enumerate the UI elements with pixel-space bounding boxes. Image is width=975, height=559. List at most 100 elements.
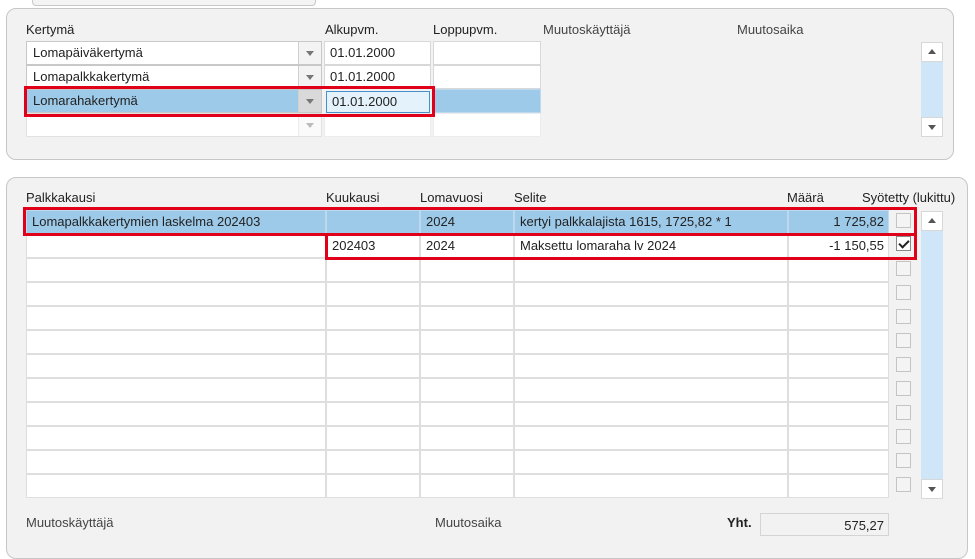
cell-palkkakausi[interactable]: Lomapalkkakertymien laskelma 202403	[26, 210, 326, 234]
chevron-down-icon[interactable]	[298, 90, 321, 112]
table-row-empty[interactable]	[26, 450, 889, 474]
empty-cell[interactable]	[420, 330, 514, 354]
empty-cell[interactable]	[26, 306, 326, 330]
empty-cell[interactable]	[420, 354, 514, 378]
cell-kuukausi[interactable]: 202403	[326, 234, 420, 258]
cell-maara[interactable]: -1 150,55	[788, 234, 889, 258]
syotetty-checkbox[interactable]	[896, 236, 911, 251]
table-row-empty[interactable]	[26, 306, 889, 330]
syotetty-checkbox[interactable]	[896, 405, 911, 420]
loppupvm-input[interactable]	[433, 41, 541, 65]
empty-cell[interactable]	[26, 282, 326, 306]
kertyma-select[interactable]: Lomarahakertymä	[26, 89, 322, 113]
empty-cell[interactable]	[514, 378, 788, 402]
empty-cell[interactable]	[326, 330, 420, 354]
alkupvm-input[interactable]: 01.01.2000	[326, 91, 430, 113]
syotetty-checkbox[interactable]	[896, 381, 911, 396]
empty-cell[interactable]	[26, 426, 326, 450]
empty-cell[interactable]	[420, 258, 514, 282]
empty-cell[interactable]	[26, 258, 326, 282]
alkupvm-input[interactable]: 01.01.2000	[324, 41, 431, 65]
scroll-up-icon[interactable]	[921, 211, 943, 231]
table-row-empty[interactable]	[26, 282, 889, 306]
empty-cell[interactable]	[788, 354, 889, 378]
table-row-empty[interactable]	[26, 474, 889, 498]
empty-cell[interactable]	[788, 258, 889, 282]
loppupvm-input[interactable]	[433, 113, 541, 137]
scroll-down-icon[interactable]	[921, 479, 943, 499]
table-row-empty[interactable]	[26, 378, 889, 402]
scroll-up-icon[interactable]	[921, 42, 943, 62]
chevron-down-icon[interactable]	[298, 42, 321, 64]
kertyma-select[interactable]: Lomapäiväkertymä	[26, 41, 322, 65]
empty-cell[interactable]	[788, 426, 889, 450]
table-row-empty[interactable]	[26, 330, 889, 354]
empty-cell[interactable]	[420, 282, 514, 306]
empty-cell[interactable]	[326, 282, 420, 306]
bottom-scrollbar[interactable]	[921, 211, 943, 499]
cell-maara[interactable]: 1 725,82	[788, 210, 889, 234]
empty-cell[interactable]	[326, 306, 420, 330]
syotetty-checkbox[interactable]	[896, 429, 911, 444]
empty-cell[interactable]	[326, 258, 420, 282]
syotetty-checkbox[interactable]	[896, 357, 911, 372]
syotetty-checkbox[interactable]	[896, 453, 911, 468]
empty-cell[interactable]	[514, 474, 788, 498]
syotetty-checkbox[interactable]	[896, 309, 911, 324]
empty-cell[interactable]	[420, 378, 514, 402]
empty-cell[interactable]	[514, 402, 788, 426]
loppupvm-input[interactable]	[433, 65, 541, 89]
empty-cell[interactable]	[326, 402, 420, 426]
empty-cell[interactable]	[514, 426, 788, 450]
empty-cell[interactable]	[326, 378, 420, 402]
syotetty-checkbox[interactable]	[896, 261, 911, 276]
table-row-empty[interactable]	[26, 354, 889, 378]
alkupvm-input[interactable]	[324, 113, 431, 137]
empty-cell[interactable]	[514, 258, 788, 282]
syotetty-checkbox[interactable]	[896, 213, 911, 228]
chevron-down-icon[interactable]	[298, 114, 321, 136]
empty-cell[interactable]	[420, 306, 514, 330]
empty-cell[interactable]	[514, 330, 788, 354]
table-row[interactable]: 202403 2024 Maksettu lomaraha lv 2024 -1…	[26, 234, 889, 258]
empty-cell[interactable]	[788, 378, 889, 402]
top-scrollbar[interactable]	[921, 42, 943, 137]
empty-cell[interactable]	[420, 426, 514, 450]
empty-cell[interactable]	[788, 282, 889, 306]
empty-cell[interactable]	[788, 474, 889, 498]
table-row-empty[interactable]	[26, 426, 889, 450]
cell-lomavuosi[interactable]: 2024	[420, 210, 514, 234]
empty-cell[interactable]	[514, 306, 788, 330]
empty-cell[interactable]	[788, 450, 889, 474]
scroll-down-icon[interactable]	[921, 117, 943, 137]
table-row[interactable]: Lomapalkkakertymien laskelma 202403 2024…	[26, 210, 889, 234]
empty-cell[interactable]	[26, 450, 326, 474]
empty-cell[interactable]	[26, 354, 326, 378]
empty-cell[interactable]	[26, 474, 326, 498]
empty-cell[interactable]	[788, 306, 889, 330]
empty-cell[interactable]	[788, 330, 889, 354]
empty-cell[interactable]	[514, 282, 788, 306]
empty-cell[interactable]	[514, 450, 788, 474]
empty-cell[interactable]	[788, 402, 889, 426]
empty-cell[interactable]	[420, 474, 514, 498]
syotetty-checkbox[interactable]	[896, 333, 911, 348]
table-row-empty[interactable]	[26, 402, 889, 426]
loppupvm-input[interactable]	[433, 89, 541, 113]
empty-cell[interactable]	[326, 354, 420, 378]
empty-cell[interactable]	[514, 354, 788, 378]
empty-cell[interactable]	[326, 450, 420, 474]
alkupvm-input[interactable]: 01.01.2000	[324, 65, 431, 89]
cell-selite[interactable]: kertyi palkkalajista 1615, 1725,82 * 1	[514, 210, 788, 234]
cell-lomavuosi[interactable]: 2024	[420, 234, 514, 258]
empty-cell[interactable]	[26, 402, 326, 426]
cell-palkkakausi[interactable]	[26, 234, 326, 258]
syotetty-checkbox[interactable]	[896, 477, 911, 492]
empty-cell[interactable]	[420, 402, 514, 426]
table-row-empty[interactable]	[26, 258, 889, 282]
kertyma-select[interactable]	[26, 113, 322, 137]
syotetty-checkbox[interactable]	[896, 285, 911, 300]
empty-cell[interactable]	[420, 450, 514, 474]
empty-cell[interactable]	[26, 378, 326, 402]
cell-selite[interactable]: Maksettu lomaraha lv 2024	[514, 234, 788, 258]
